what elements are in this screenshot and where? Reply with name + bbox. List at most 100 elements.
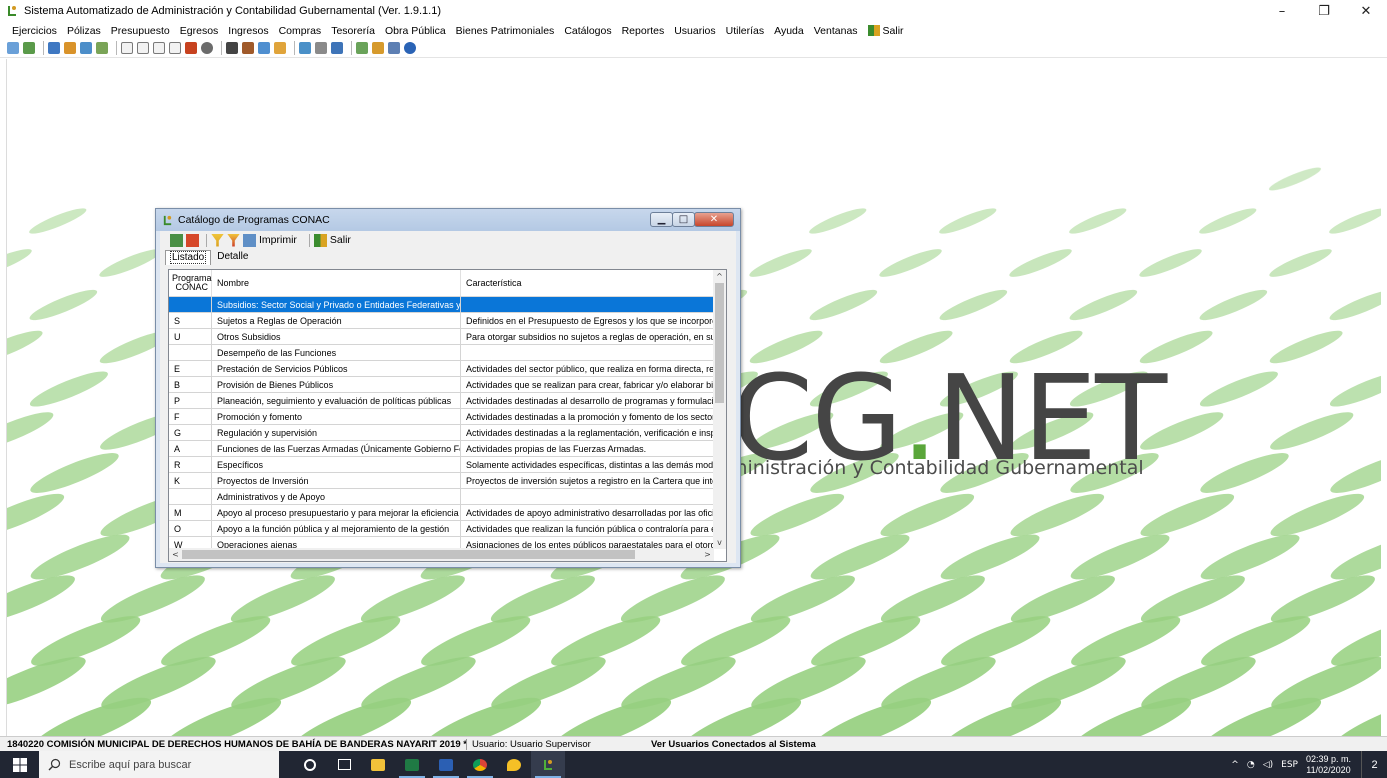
taskbar-clock[interactable]: 02:39 p. m. 11/02/2020 — [1306, 754, 1351, 776]
refresh-icon[interactable] — [7, 42, 19, 54]
vertical-scrollbar[interactable]: ^ v — [713, 270, 726, 549]
menu-egresos[interactable]: Egresos — [180, 25, 219, 37]
taskbar-feedback[interactable] — [497, 751, 531, 778]
scroll-up-icon[interactable]: ^ — [713, 270, 726, 283]
box-icon[interactable] — [274, 42, 286, 54]
table-row[interactable]: M Apoyo al proceso presupuestario y para … — [169, 505, 714, 521]
maximize-button[interactable]: ❐ — [1303, 0, 1345, 22]
report-b-icon[interactable] — [185, 42, 197, 54]
menu-ventanas[interactable]: Ventanas — [814, 25, 858, 37]
menu-salir[interactable]: Salir — [867, 25, 904, 37]
menu-reportes[interactable]: Reportes — [622, 25, 665, 37]
document-icon[interactable] — [23, 42, 35, 54]
taskbar-chrome[interactable] — [463, 751, 497, 778]
horizontal-scroll-thumb[interactable] — [182, 550, 635, 559]
clear-filter-icon[interactable] — [227, 233, 240, 247]
calculator-icon[interactable] — [226, 42, 238, 54]
table-row[interactable]: R Específicos Solamente actividades especí… — [169, 457, 714, 473]
menu-bienes-patrimoniales[interactable]: Bienes Patrimoniales — [456, 25, 555, 37]
delete-icon[interactable] — [186, 233, 199, 247]
table-row[interactable]: Desempeño de las Funciones — [169, 345, 714, 361]
col-header-programa[interactable]: Programa CONAC — [169, 270, 212, 296]
network-icon[interactable]: ◔ — [1247, 760, 1255, 770]
tab-listado[interactable]: Listado — [165, 250, 212, 265]
task-view-button[interactable] — [327, 751, 361, 778]
menu-utilerias[interactable]: Utilerías — [726, 25, 765, 37]
dialog-titlebar[interactable]: Catálogo de Programas CONAC ▁ □ ✕ — [156, 209, 740, 231]
vertical-scroll-thumb[interactable] — [715, 283, 724, 403]
help-icon[interactable] — [404, 42, 416, 54]
col-header-nombre[interactable]: Nombre — [212, 270, 461, 296]
export-excel-icon[interactable] — [170, 233, 183, 247]
menu-presupuesto[interactable]: Presupuesto — [111, 25, 170, 37]
table-row[interactable]: A Funciones de las Fuerzas Armadas (Única… — [169, 441, 714, 457]
cell-programa — [169, 489, 212, 504]
report-f-icon[interactable] — [169, 42, 181, 54]
printer-icon[interactable] — [258, 42, 270, 54]
table-row[interactable]: G Regulación y supervisión Actividades des… — [169, 425, 714, 441]
language-indicator[interactable]: ESP — [1281, 760, 1298, 770]
gear-icon[interactable] — [372, 42, 384, 54]
edit-icon[interactable] — [242, 42, 254, 54]
filter-icon[interactable] — [211, 233, 224, 247]
budget-icon[interactable] — [64, 42, 76, 54]
report-e-icon[interactable] — [153, 42, 165, 54]
expenses-icon[interactable] — [80, 42, 92, 54]
income-icon[interactable] — [96, 42, 108, 54]
tools-icon[interactable] — [315, 42, 327, 54]
tree-icon[interactable] — [356, 42, 368, 54]
users-icon[interactable] — [331, 42, 343, 54]
windows-taskbar: Escribe aquí para buscar ^ ◔ ◁) ESP 02:3… — [0, 751, 1387, 778]
horizontal-scrollbar[interactable]: < > — [169, 548, 714, 561]
menu-ayuda[interactable]: Ayuda — [774, 25, 804, 37]
scroll-right-icon[interactable]: > — [701, 548, 714, 561]
table-row[interactable]: O Apoyo a la función pública y al mejoram… — [169, 521, 714, 537]
taskbar-word[interactable] — [429, 751, 463, 778]
dialog-maximize-button[interactable]: □ — [672, 212, 695, 227]
table-row[interactable]: S Sujetos a Reglas de Operación Definidos … — [169, 313, 714, 329]
table-row[interactable]: B Provisión de Bienes Públicos Actividades… — [169, 377, 714, 393]
policy-icon[interactable] — [48, 42, 60, 54]
col-header-caracteristica[interactable]: Característica — [461, 270, 714, 296]
menu-ejercicios[interactable]: Ejercicios — [12, 25, 57, 37]
cell-programa: U — [169, 329, 212, 344]
tray-chevron-up-icon[interactable]: ^ — [1231, 760, 1239, 770]
menu-obra-publica[interactable]: Obra Pública — [385, 25, 446, 37]
notifications-button[interactable]: 2 — [1361, 751, 1387, 778]
volume-icon[interactable]: ◁) — [1263, 760, 1273, 770]
taskbar-excel[interactable] — [395, 751, 429, 778]
list-icon[interactable] — [388, 42, 400, 54]
menu-usuarios[interactable]: Usuarios — [674, 25, 715, 37]
print-button[interactable]: Imprimir — [259, 234, 297, 246]
connected-users-link[interactable]: Ver Usuarios Conectados al Sistema — [651, 739, 816, 750]
menu-catalogos[interactable]: Catálogos — [564, 25, 611, 37]
scroll-down-icon[interactable]: v — [713, 536, 726, 549]
table-row[interactable]: U Otros Subsidios Para otorgar subsidios n… — [169, 329, 714, 345]
table-row[interactable]: F Promoción y fomento Actividades destinad… — [169, 409, 714, 425]
exit-button[interactable]: Salir — [330, 234, 351, 246]
dialog-close-button[interactable]: ✕ — [694, 212, 734, 227]
tab-detalle[interactable]: Detalle — [213, 250, 252, 265]
scroll-left-icon[interactable]: < — [169, 548, 182, 561]
minimize-button[interactable]: – — [1261, 0, 1303, 22]
table-row[interactable]: K Proyectos de Inversión Proyectos de inve… — [169, 473, 714, 489]
menu-tesoreria[interactable]: Tesorería — [331, 25, 375, 37]
catalog-icon[interactable] — [299, 42, 311, 54]
table-row[interactable]: P Planeación, seguimiento y evaluación de… — [169, 393, 714, 409]
table-row[interactable]: Administrativos y de Apoyo — [169, 489, 714, 505]
table-row[interactable]: E Prestación de Servicios Públicos Activid… — [169, 361, 714, 377]
table-row[interactable]: Subsidios: Sector Social y Privado o Ent… — [169, 297, 714, 313]
start-button[interactable] — [0, 751, 39, 778]
taskbar-sacg[interactable] — [531, 751, 565, 778]
menu-polizas[interactable]: Pólizas — [67, 25, 101, 37]
report-c-icon[interactable] — [121, 42, 133, 54]
close-button[interactable]: ✕ — [1345, 0, 1387, 22]
dialog-minimize-button[interactable]: ▁ — [650, 212, 673, 227]
report-p-icon[interactable] — [137, 42, 149, 54]
disc-icon[interactable] — [201, 42, 213, 54]
cortana-button[interactable] — [293, 751, 327, 778]
taskbar-file-explorer[interactable] — [361, 751, 395, 778]
menu-ingresos[interactable]: Ingresos — [228, 25, 268, 37]
taskbar-search[interactable]: Escribe aquí para buscar — [39, 751, 279, 778]
menu-compras[interactable]: Compras — [279, 25, 322, 37]
